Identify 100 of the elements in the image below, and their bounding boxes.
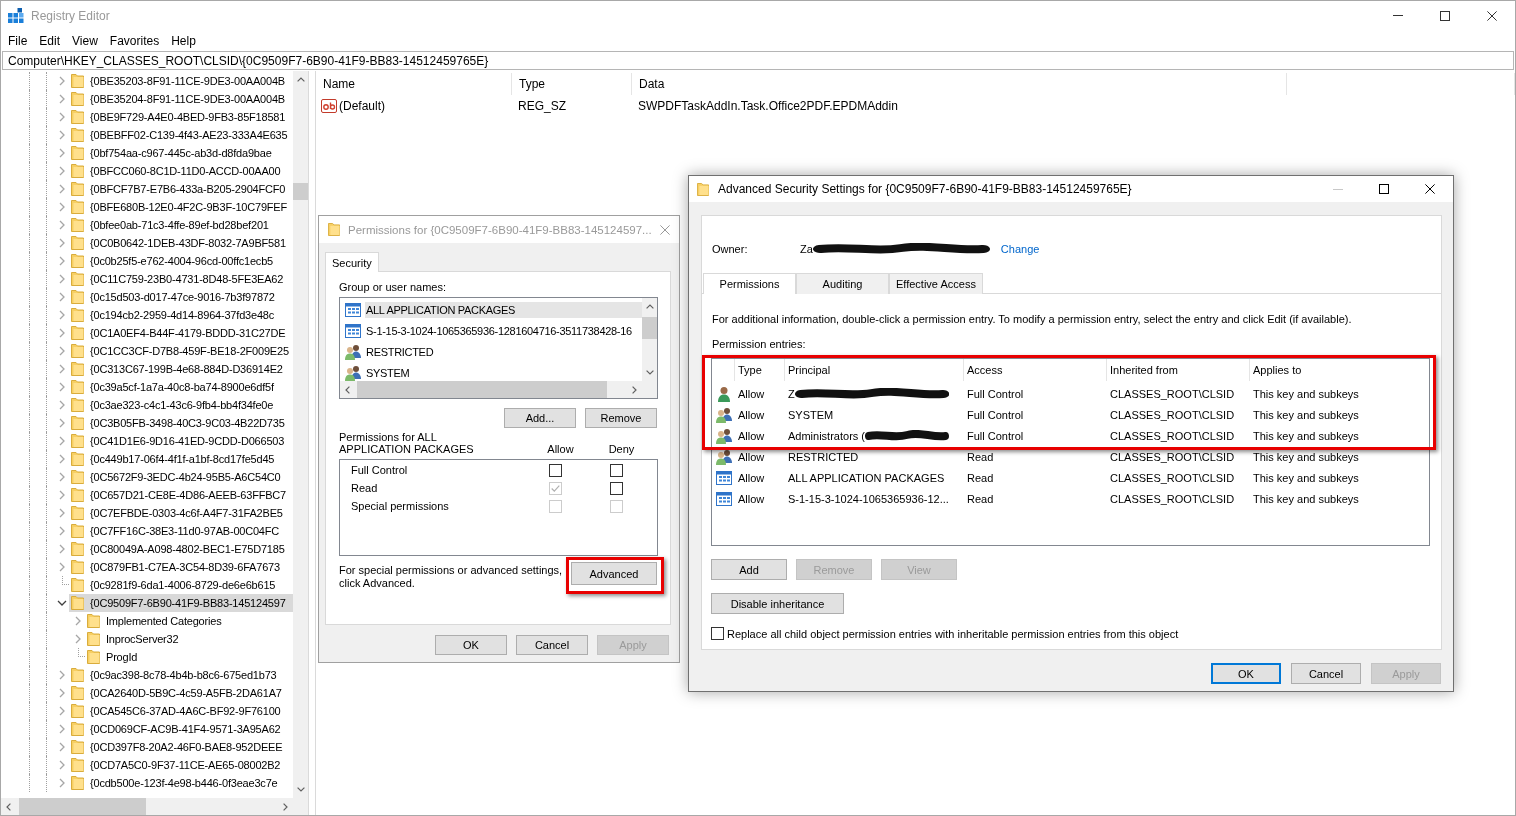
chevron-right-icon[interactable] — [59, 490, 65, 500]
tree-item[interactable]: {0CA2640D-5B9C-4c59-A5FB-2DA61A7 — [55, 684, 284, 702]
tree-item[interactable]: {0cdb500e-123f-4e98-b446-0f3eae3c7e — [55, 774, 280, 792]
checkbox[interactable] — [610, 481, 623, 495]
chevron-right-icon[interactable] — [59, 508, 65, 518]
tree-item[interactable]: {0CD397F8-20A2-46F0-BAE8-952DEEE — [55, 738, 285, 756]
column-header[interactable]: Inherited from — [1106, 359, 1249, 381]
chevron-right-icon[interactable] — [75, 634, 81, 644]
column-header[interactable]: Data — [632, 73, 1287, 95]
chevron-right-icon[interactable] — [59, 238, 65, 248]
column-header[interactable]: Type — [734, 359, 784, 381]
tree-item[interactable]: {0CD069CF-AC9B-41F4-9571-3A95A62 — [55, 720, 283, 738]
chevron-right-icon[interactable] — [59, 148, 65, 158]
chevron-right-icon[interactable] — [59, 274, 65, 284]
tree-item[interactable]: {0BFE680B-12E0-4F2C-9B3F-10C79FEF — [55, 198, 289, 216]
tree-item[interactable]: {0C657D21-CE8E-4D86-AEEB-63FFBC7 — [55, 486, 288, 504]
chevron-right-icon[interactable] — [59, 292, 65, 302]
tree-item[interactable]: {0c9ac398-8c78-4b4b-b8c6-675ed1b73 — [55, 666, 279, 684]
chevron-right-icon[interactable] — [59, 364, 65, 374]
tree-item[interactable]: {0C41D1E6-9D16-41ED-9CDD-D066503 — [55, 432, 287, 450]
menu-item[interactable]: File — [2, 31, 34, 50]
tree-item[interactable]: {0C313C67-199B-4e68-884D-D36914E2 — [55, 360, 285, 378]
chevron-right-icon[interactable] — [75, 616, 81, 626]
scrollbar-thumb[interactable] — [357, 381, 607, 398]
tree-item[interactable]: {0BE35204-8F91-11CE-9DE3-00AA004B — [55, 90, 287, 108]
dialog-button[interactable]: Cancel — [1291, 663, 1361, 684]
vertical-scrollbar[interactable] — [293, 71, 308, 798]
change-link[interactable]: Change — [1000, 243, 1040, 255]
caret-right-icon[interactable] — [283, 802, 288, 811]
chevron-right-icon[interactable] — [59, 760, 65, 770]
tree-item[interactable]: {0C80049A-A098-4802-BEC1-E75D7185 — [55, 540, 287, 558]
dialog-button[interactable]: OK — [435, 635, 507, 655]
scrollbar-thumb[interactable] — [19, 798, 146, 815]
caret-down-icon[interactable] — [645, 370, 654, 375]
chevron-right-icon[interactable] — [59, 184, 65, 194]
disable-inheritance-button[interactable]: Disable inheritance — [711, 593, 844, 614]
chevron-right-icon[interactable] — [59, 778, 65, 788]
chevron-right-icon[interactable] — [59, 526, 65, 536]
tree-item[interactable]: ProgId — [71, 648, 140, 666]
tree-item[interactable]: {0C7FF16C-38E3-11d0-97AB-00C04FC — [55, 522, 282, 540]
list-item[interactable]: S-1-15-3-1024-1065365936-1281604716-3511738428-16 — [340, 320, 642, 341]
chevron-right-icon[interactable] — [59, 544, 65, 554]
tree-item[interactable]: {0C3B05FB-3498-40C3-9C03-4B22D735 — [55, 414, 287, 432]
dialog-button[interactable]: OK — [1211, 663, 1281, 684]
tree-item[interactable]: {0BFCC060-8C1D-11D0-ACCD-00AA00 — [55, 162, 283, 180]
tree-item[interactable]: {0C5672F9-3EDC-4b24-95B5-A6C54C0 — [55, 468, 283, 486]
tab[interactable]: Effective Access — [889, 273, 983, 294]
vertical-scrollbar[interactable] — [642, 298, 657, 381]
chevron-right-icon[interactable] — [59, 670, 65, 680]
chevron-right-icon[interactable] — [59, 562, 65, 572]
address-field[interactable]: Computer\HKEY_CLASSES_ROOT\CLSID\{0C9509F7-6B90-41F9-BB83-14512459765E} — [2, 51, 1514, 70]
chevron-right-icon[interactable] — [59, 310, 65, 320]
tree-item[interactable]: {0BE35203-8F91-11CE-9DE3-00AA004B — [55, 72, 287, 90]
chevron-right-icon[interactable] — [59, 202, 65, 212]
column-header[interactable]: Applies to — [1249, 359, 1429, 381]
chevron-right-icon[interactable] — [59, 688, 65, 698]
tree-item[interactable]: {0C0B0642-1DEB-43DF-8032-7A9BF581 — [55, 234, 288, 252]
tree-item[interactable]: {0c194cb2-2959-4d14-8964-37fd3e48c — [55, 306, 277, 324]
tree-item[interactable]: {0bf754aa-c967-445c-ab3d-d8fda9bae — [55, 144, 274, 162]
user-list[interactable]: ALL APPLICATION PACKAGES S-1-15-3-1024-1065365936-1281604716-3511738428-16 RESTRICTED SYSTEM — [339, 297, 658, 399]
chevron-right-icon[interactable] — [59, 454, 65, 464]
dialog-button[interactable]: Add — [711, 559, 787, 580]
checkbox[interactable] — [549, 463, 562, 477]
caret-up-icon[interactable] — [645, 304, 654, 309]
tree-item[interactable]: {0BFCF7B7-E7B6-433a-B205-2904FCF0 — [55, 180, 288, 198]
menu-item[interactable]: Favorites — [103, 31, 166, 50]
chevron-right-icon[interactable] — [59, 130, 65, 140]
scrollbar-thumb[interactable] — [642, 317, 657, 339]
caret-down-icon[interactable] — [296, 787, 305, 792]
caret-right-icon[interactable] — [632, 385, 637, 394]
menu-item[interactable]: Help — [165, 31, 202, 50]
dialog-button[interactable]: Cancel — [516, 635, 588, 655]
chevron-right-icon[interactable] — [59, 742, 65, 752]
chevron-right-icon[interactable] — [59, 436, 65, 446]
horizontal-scrollbar[interactable] — [1, 798, 293, 815]
dialog-button[interactable]: Add... — [504, 408, 576, 428]
tab[interactable]: Auditing — [796, 273, 889, 294]
tree-item[interactable]: {0c0b25f5-e762-4004-96cd-00ffc1ecb5 — [55, 252, 275, 270]
tree-item[interactable]: {0c3ae323-c4c1-43c6-9fb4-bb4f34fe0e — [55, 396, 276, 414]
tree-item[interactable]: {0BEBFF02-C139-4f43-AE23-333A4E635 — [55, 126, 290, 144]
tree-item[interactable]: {0C1CC3CF-D7B8-459F-BE18-2F009E25 — [55, 342, 291, 360]
scrollbar-thumb[interactable] — [293, 183, 308, 200]
chevron-right-icon[interactable] — [59, 256, 65, 266]
column-header[interactable]: Type — [512, 73, 632, 95]
caret-up-icon[interactable] — [296, 77, 305, 82]
chevron-right-icon[interactable] — [59, 76, 65, 86]
chevron-right-icon[interactable] — [59, 724, 65, 734]
caret-left-icon[interactable] — [6, 802, 11, 811]
caret-left-icon[interactable] — [345, 385, 350, 394]
chevron-right-icon[interactable] — [59, 472, 65, 482]
tab[interactable]: Security — [325, 252, 379, 272]
tree-item[interactable]: {0CA545C6-37AD-4A6C-BF92-9F76100 — [55, 702, 283, 720]
tree-item[interactable]: Implemented Categories — [71, 612, 224, 630]
tree-item[interactable]: {0C1A0EF4-B44F-4179-BDDD-31C27DE — [55, 324, 288, 342]
chevron-right-icon[interactable] — [59, 112, 65, 122]
tree-item[interactable]: InprocServer32 — [71, 630, 181, 648]
column-header[interactable]: Access — [963, 359, 1106, 381]
list-item[interactable]: RESTRICTED — [340, 341, 642, 362]
chevron-right-icon[interactable] — [59, 94, 65, 104]
tree-item[interactable]: {0c15d503-d017-47ce-9016-7b3f97872 — [55, 288, 277, 306]
